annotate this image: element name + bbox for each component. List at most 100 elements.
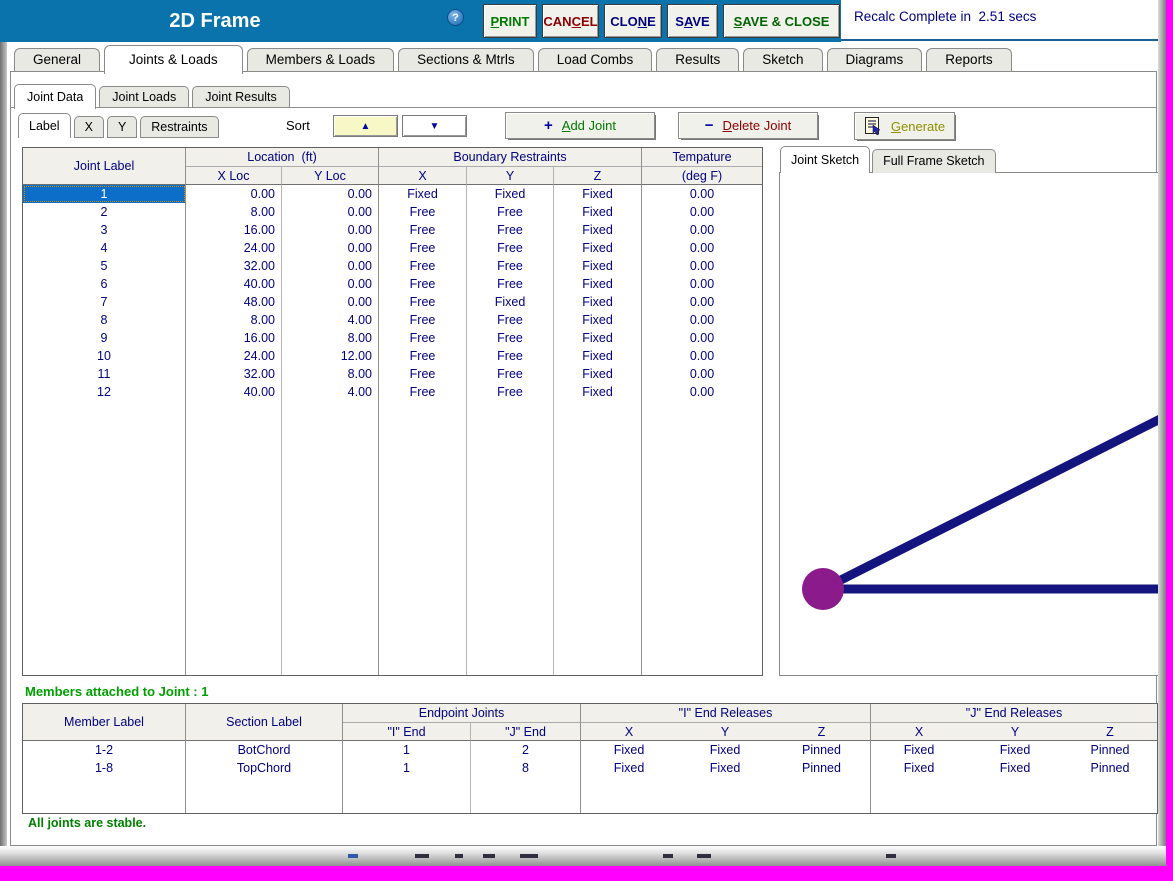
joint-cell[interactable]: Fixed bbox=[554, 383, 642, 401]
joint-cell[interactable]: 8.00 bbox=[282, 329, 379, 347]
joint-cell[interactable]: 0.00 bbox=[642, 185, 762, 203]
joint-cell[interactable]: Free bbox=[467, 203, 554, 221]
joint-cell[interactable]: 0.00 bbox=[282, 293, 379, 311]
joint-cell[interactable]: 32.00 bbox=[186, 257, 282, 275]
joint-cell[interactable]: 0.00 bbox=[186, 185, 282, 203]
tab-diagrams[interactable]: Diagrams bbox=[827, 48, 923, 71]
joint-cell[interactable]: Free bbox=[467, 275, 554, 293]
member-cell[interactable]: Fixed bbox=[967, 741, 1063, 759]
member-cell[interactable]: BotChord bbox=[186, 741, 343, 759]
print-button[interactable]: PRINT bbox=[483, 4, 537, 38]
member-cell[interactable]: 1-8 bbox=[23, 759, 186, 777]
joint-cell[interactable]: 0.00 bbox=[642, 257, 762, 275]
joint-cell[interactable]: Free bbox=[379, 365, 467, 383]
joint-cell[interactable]: 24.00 bbox=[186, 347, 282, 365]
joint-cell[interactable]: 16.00 bbox=[186, 329, 282, 347]
joint-cell[interactable]: 5 bbox=[23, 257, 186, 275]
joint-cell[interactable]: Free bbox=[379, 275, 467, 293]
member-cell[interactable]: 1 bbox=[343, 741, 471, 759]
joint-cell[interactable]: 11 bbox=[23, 365, 186, 383]
joint-cell[interactable]: Free bbox=[467, 347, 554, 365]
joint-cell[interactable]: 0.00 bbox=[642, 365, 762, 383]
member-cell[interactable]: Pinned bbox=[773, 741, 871, 759]
joint-cell[interactable]: Fixed bbox=[379, 185, 467, 203]
tab-members-loads[interactable]: Members & Loads bbox=[247, 48, 395, 71]
member-cell[interactable]: Pinned bbox=[773, 759, 871, 777]
joint-cell[interactable]: 24.00 bbox=[186, 239, 282, 257]
joint-cell[interactable]: Free bbox=[379, 203, 467, 221]
clone-button[interactable]: CLONE bbox=[604, 4, 662, 38]
tab-general[interactable]: General bbox=[14, 48, 100, 71]
joint-cell[interactable]: 0.00 bbox=[642, 329, 762, 347]
member-cell[interactable]: Fixed bbox=[581, 759, 677, 777]
joint-cell[interactable]: 7 bbox=[23, 293, 186, 311]
joint-cell[interactable]: 0.00 bbox=[642, 275, 762, 293]
joint-cell[interactable]: 16.00 bbox=[186, 221, 282, 239]
joint-cell[interactable]: 0.00 bbox=[642, 203, 762, 221]
tab-results[interactable]: Results bbox=[656, 48, 739, 71]
tab-joint-loads[interactable]: Joint Loads bbox=[99, 86, 189, 107]
delete-joint-button[interactable]: − Delete Joint bbox=[678, 112, 818, 139]
member-cell[interactable]: Fixed bbox=[677, 759, 773, 777]
joint-cell[interactable]: 12.00 bbox=[282, 347, 379, 365]
joint-cell[interactable]: Free bbox=[379, 347, 467, 365]
joint-cell[interactable]: Free bbox=[379, 329, 467, 347]
member-cell[interactable]: Fixed bbox=[871, 741, 967, 759]
joint-cell[interactable]: Free bbox=[379, 293, 467, 311]
joint-cell[interactable]: 12 bbox=[23, 383, 186, 401]
tab-joint-sketch[interactable]: Joint Sketch bbox=[780, 146, 870, 173]
member-cell[interactable]: 1-2 bbox=[23, 741, 186, 759]
tab-sections-mtrls[interactable]: Sections & Mtrls bbox=[398, 48, 534, 71]
joint-cell[interactable]: 10 bbox=[23, 347, 186, 365]
joint-cell[interactable]: Fixed bbox=[554, 203, 642, 221]
joint-cell[interactable]: Fixed bbox=[554, 239, 642, 257]
tab-joints-loads[interactable]: Joints & Loads bbox=[104, 45, 243, 74]
joint-cell[interactable]: 48.00 bbox=[186, 293, 282, 311]
cancel-button[interactable]: CANCEL bbox=[542, 4, 599, 38]
save-button[interactable]: SAVE bbox=[667, 4, 718, 38]
joint-cell[interactable]: 0.00 bbox=[642, 347, 762, 365]
joint-cell[interactable]: 8.00 bbox=[282, 365, 379, 383]
joint-cell[interactable]: Fixed bbox=[554, 365, 642, 383]
joint-cell[interactable]: 9 bbox=[23, 329, 186, 347]
joint-cell[interactable]: 8.00 bbox=[186, 311, 282, 329]
joint-cell[interactable]: 0.00 bbox=[282, 275, 379, 293]
sort-descending-button[interactable]: ▼ bbox=[402, 115, 467, 137]
joint-cell[interactable]: 2 bbox=[23, 203, 186, 221]
member-cell[interactable]: 2 bbox=[471, 741, 581, 759]
joint-cell[interactable]: 0.00 bbox=[642, 239, 762, 257]
member-cell[interactable]: Pinned bbox=[1063, 759, 1157, 777]
tab-label[interactable]: Label bbox=[18, 113, 71, 138]
joint-cell[interactable]: 0.00 bbox=[642, 311, 762, 329]
joint-cell[interactable]: 8.00 bbox=[186, 203, 282, 221]
joint-cell[interactable]: 0.00 bbox=[282, 257, 379, 275]
joint-cell[interactable]: 40.00 bbox=[186, 383, 282, 401]
joint-cell[interactable]: Free bbox=[379, 311, 467, 329]
joint-cell[interactable]: 8 bbox=[23, 311, 186, 329]
joint-cell[interactable]: Fixed bbox=[554, 293, 642, 311]
joint-cell[interactable]: Free bbox=[467, 329, 554, 347]
joint-cell[interactable]: 0.00 bbox=[642, 293, 762, 311]
joint-cell[interactable]: Fixed bbox=[467, 293, 554, 311]
joint-cell[interactable]: 40.00 bbox=[186, 275, 282, 293]
joint-cell[interactable]: Free bbox=[467, 221, 554, 239]
joint-cell[interactable]: Free bbox=[467, 311, 554, 329]
generate-button[interactable]: Generate bbox=[854, 112, 955, 140]
tab-load-combs[interactable]: Load Combs bbox=[538, 48, 653, 71]
member-cell[interactable]: Fixed bbox=[967, 759, 1063, 777]
joint-cell[interactable]: Free bbox=[467, 383, 554, 401]
joint-cell[interactable]: Fixed bbox=[467, 185, 554, 203]
member-cell[interactable]: 8 bbox=[471, 759, 581, 777]
joint-cell[interactable]: 6 bbox=[23, 275, 186, 293]
member-cell[interactable]: Fixed bbox=[581, 741, 677, 759]
tab-sketch[interactable]: Sketch bbox=[743, 48, 822, 71]
joint-cell[interactable]: Free bbox=[467, 239, 554, 257]
member-cell[interactable]: Fixed bbox=[677, 741, 773, 759]
help-icon[interactable]: ? bbox=[447, 9, 464, 26]
joint-cell[interactable]: 4.00 bbox=[282, 311, 379, 329]
tab-x[interactable]: X bbox=[74, 116, 104, 138]
member-cell[interactable]: 1 bbox=[343, 759, 471, 777]
save-close-button[interactable]: SAVE & CLOSE bbox=[723, 4, 840, 38]
member-cell[interactable]: Fixed bbox=[871, 759, 967, 777]
joint-cell[interactable]: 32.00 bbox=[186, 365, 282, 383]
